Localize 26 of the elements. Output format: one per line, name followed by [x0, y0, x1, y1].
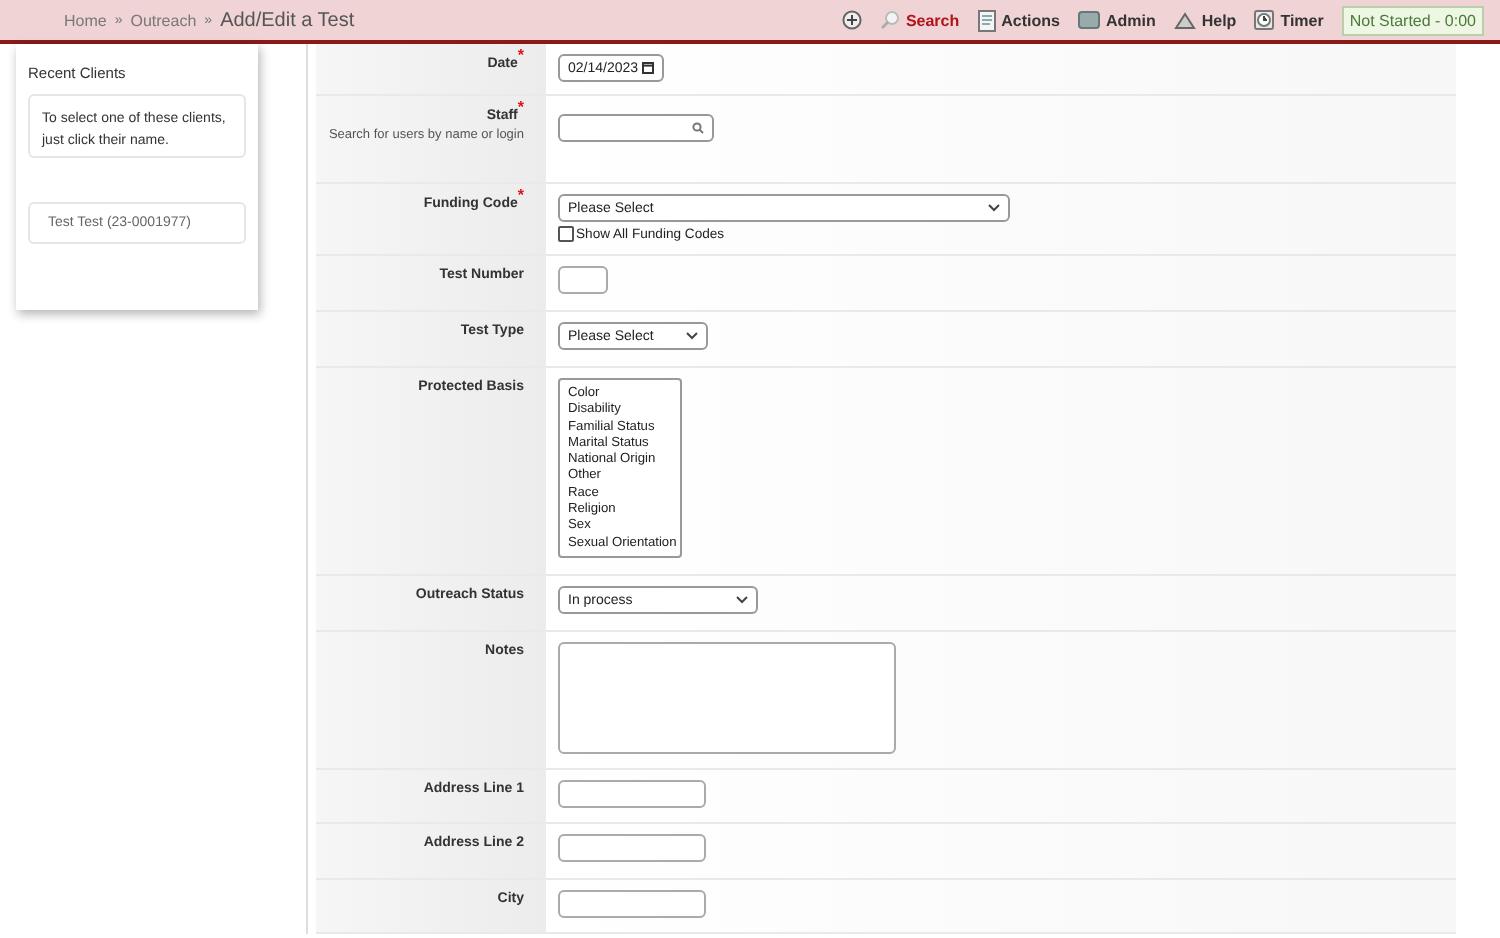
- actions-menu[interactable]: Actions: [977, 9, 1060, 31]
- page-title: Add/Edit a Test: [220, 9, 355, 31]
- search-icon: [879, 10, 900, 30]
- staff-search-field[interactable]: [558, 114, 714, 142]
- text-field[interactable]: [558, 834, 706, 862]
- plus-circle-icon[interactable]: [841, 10, 862, 30]
- clock-icon: [1254, 10, 1275, 30]
- checkbox[interactable]: [558, 226, 574, 242]
- required-mark: *: [517, 46, 524, 64]
- required-mark: *: [517, 98, 524, 116]
- admin-menu[interactable]: Admin: [1077, 10, 1156, 30]
- chevron-icon: [686, 332, 698, 340]
- text-field[interactable]: [558, 780, 706, 808]
- timer-menu[interactable]: Timer: [1254, 10, 1324, 30]
- calendar-icon: [642, 62, 654, 74]
- text-field[interactable]: [558, 890, 706, 918]
- chevron-icon: [736, 596, 748, 604]
- search-icon: [692, 122, 704, 134]
- notes-field[interactable]: [558, 642, 896, 754]
- document-icon: [977, 9, 996, 31]
- help-menu[interactable]: Help: [1173, 11, 1237, 29]
- search-menu[interactable]: Search: [879, 10, 960, 30]
- text-field[interactable]: [558, 266, 608, 294]
- timer-status: Not Started - 0:00: [1341, 5, 1484, 35]
- required-mark: *: [517, 186, 524, 204]
- chevron-icon: [988, 204, 1000, 212]
